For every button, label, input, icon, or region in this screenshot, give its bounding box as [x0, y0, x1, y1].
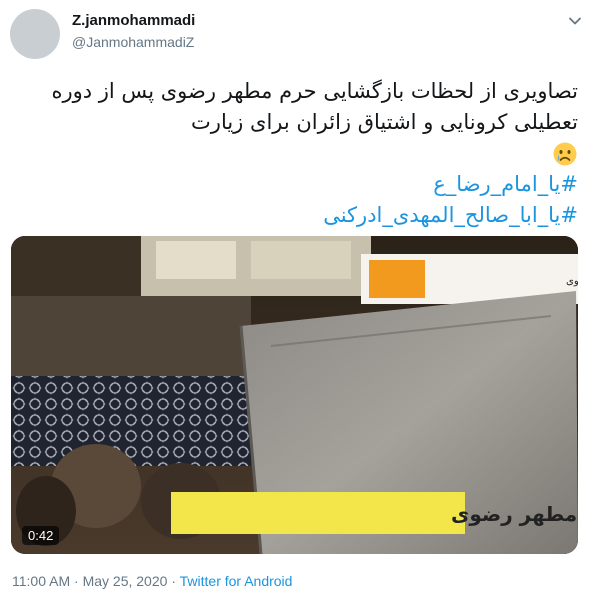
crying-face-icon [553, 142, 577, 166]
tweet-text: تصاویری از لحظات بازگشایی حرم مطهر رضوی … [18, 76, 578, 231]
video-frame: لحظه بازگشایی ضریح حرم رضوی بازگشایی حرم… [11, 236, 578, 554]
avatar[interactable] [10, 9, 60, 59]
tweet-text-line-1: تصاویری از لحظات بازگشایی حرم مطهر رضوی … [51, 79, 578, 103]
author-name[interactable]: Z.janmohammadi [72, 12, 195, 29]
hashtag-link-2[interactable]: #یا_ابا_صالح_المهدی_ادرکنی [18, 200, 578, 231]
news-banner-text: لحظه بازگشایی ضریح حرم رضوی [566, 275, 578, 287]
video-caption: بازگشایی حرم مطهر رضوی [451, 502, 578, 526]
chevron-down-icon[interactable] [568, 14, 582, 28]
tweet-card: Z.janmohammadi @JanmohammadiZ تصاویری از… [0, 0, 596, 594]
video-duration-badge: 0:42 [22, 526, 60, 545]
video-player[interactable]: لحظه بازگشایی ضریح حرم رضوی بازگشایی حرم… [11, 236, 578, 554]
tweet-date[interactable]: May 25, 2020 [83, 573, 168, 589]
tweet-text-line-2: تعطیلی کرونایی و اشتیاق زائران برای زیار… [191, 110, 578, 134]
meta-separator-2: · [171, 573, 176, 589]
tweet-source-link[interactable]: Twitter for Android [180, 573, 293, 589]
author-handle[interactable]: @JanmohammadiZ [72, 34, 194, 50]
tweet-meta: 11:00 AM · May 25, 2020 · Twitter for An… [12, 573, 292, 589]
meta-separator: · [74, 573, 79, 589]
hashtag-link-1[interactable]: #یا_امام_رضا_ع [18, 169, 578, 200]
tweet-time[interactable]: 11:00 AM [12, 573, 70, 589]
